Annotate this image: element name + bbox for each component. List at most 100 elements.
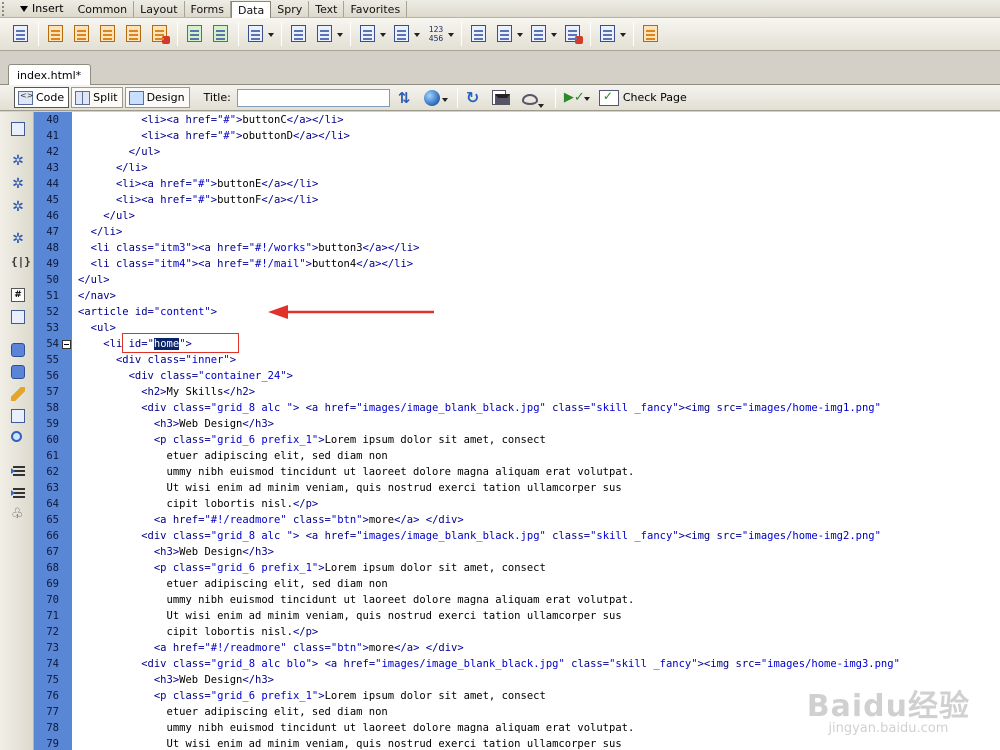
- go-to-detail-icon[interactable]: [391, 23, 420, 45]
- file-management-icon[interactable]: ⇅: [398, 89, 416, 107]
- refresh-icon[interactable]: ↻: [466, 88, 484, 107]
- code-line[interactable]: <div class="grid_8 alc "> <a href="image…: [78, 400, 881, 416]
- code-line[interactable]: </li>: [78, 224, 123, 240]
- open-documents-icon[interactable]: [10, 121, 26, 137]
- document-tab[interactable]: index.html*: [8, 64, 92, 85]
- xslt-transformation-icon[interactable]: [640, 23, 662, 45]
- dataset-icon[interactable]: [45, 23, 67, 45]
- code-line[interactable]: <li><a href="#">buttonF</a></li>: [78, 192, 318, 208]
- code-line[interactable]: Ut wisi enim ad minim veniam, quis nostr…: [78, 608, 622, 624]
- stored-procedure-icon[interactable]: [210, 23, 232, 45]
- line-number: 79: [46, 738, 59, 750]
- code-line[interactable]: <h2>My Skills</h2>: [78, 384, 255, 400]
- line-numbers-icon[interactable]: [10, 287, 26, 303]
- panel-grip[interactable]: [2, 1, 10, 16]
- code-line[interactable]: <div class="grid_8 alc "> <a href="image…: [78, 528, 881, 544]
- outdent-code-icon[interactable]: [10, 484, 26, 500]
- title-input[interactable]: [236, 88, 390, 107]
- wrap-tag-icon[interactable]: [10, 386, 26, 402]
- master-detail-icon[interactable]: [468, 23, 490, 45]
- code-line[interactable]: </ul>: [78, 144, 161, 160]
- repeated-region-icon[interactable]: [288, 23, 310, 45]
- highlight-invalid-code-icon[interactable]: [10, 309, 26, 325]
- remove-comment-icon[interactable]: [10, 364, 26, 380]
- code-line[interactable]: <article id="content">: [78, 304, 217, 320]
- code-line[interactable]: ummy nibh euismod tincidunt ut laoreet d…: [78, 592, 635, 608]
- code-line[interactable]: <h3>Web Design</h3>: [78, 672, 274, 688]
- balance-braces-icon[interactable]: [10, 254, 26, 270]
- code-line[interactable]: </nav>: [78, 288, 116, 304]
- record-count-icon[interactable]: 123 456: [425, 23, 454, 45]
- code-line[interactable]: Ut wisi enim ad minim veniam, quis nostr…: [78, 736, 622, 750]
- code-line[interactable]: <ul>: [78, 320, 116, 336]
- code-editor[interactable]: <li><a href="#">buttonC</a></li> <li><a …: [72, 112, 1000, 750]
- tab-spry[interactable]: Spry: [271, 0, 310, 17]
- import-tabular-data-icon[interactable]: [10, 23, 32, 45]
- code-line[interactable]: etuer adipiscing elit, sed diam non: [78, 576, 388, 592]
- show-region-icon[interactable]: [314, 23, 343, 45]
- code-line[interactable]: <li><a href="#">buttonC</a></li>: [78, 112, 343, 128]
- code-line[interactable]: ummy nibh euismod tincidunt ut laoreet d…: [78, 720, 635, 736]
- dynamic-data-icon[interactable]: [245, 23, 274, 45]
- code-line[interactable]: <li><a href="#">obuttonD</a></li>: [78, 128, 350, 144]
- collapse-full-tag-icon[interactable]: [10, 153, 26, 169]
- code-line[interactable]: <p class="grid_6 prefix_1">Lorem ipsum d…: [78, 560, 546, 576]
- code-line[interactable]: <li id="home">: [78, 336, 192, 352]
- tab-forms[interactable]: Forms: [185, 0, 231, 17]
- design-view-button[interactable]: Design: [124, 87, 190, 108]
- code-line[interactable]: <p class="grid_6 prefix_1">Lorem ipsum d…: [78, 688, 546, 704]
- code-line[interactable]: <p class="grid_6 prefix_1">Lorem ipsum d…: [78, 432, 546, 448]
- recordset-paging-icon[interactable]: [357, 23, 386, 45]
- spry-repeat-list-icon[interactable]: [123, 23, 145, 45]
- tab-common[interactable]: Common: [72, 0, 135, 17]
- format-source-code-icon[interactable]: [10, 506, 26, 522]
- code-line[interactable]: <li class="itm4"><a href="#!/mail">butto…: [78, 256, 413, 272]
- code-line[interactable]: <div class="grid_8 alc blo"> <a href="im…: [78, 656, 900, 672]
- tab-layout[interactable]: Layout: [134, 0, 185, 17]
- code-line[interactable]: </ul>: [78, 208, 135, 224]
- validate-markup-icon[interactable]: ▶✓: [564, 89, 590, 107]
- view-options-icon[interactable]: [491, 90, 510, 105]
- spry-table-icon[interactable]: [149, 23, 171, 45]
- indent-code-icon[interactable]: [10, 462, 26, 478]
- check-page-button[interactable]: Check Page: [598, 89, 687, 106]
- code-line[interactable]: etuer adipiscing elit, sed diam non: [78, 704, 388, 720]
- code-line[interactable]: <div class="container_24">: [78, 368, 293, 384]
- collapse-selection-icon[interactable]: [10, 176, 26, 192]
- code-view-button[interactable]: Code: [14, 87, 70, 108]
- recordset-icon[interactable]: [184, 23, 206, 45]
- spry-region-icon[interactable]: [71, 23, 93, 45]
- code-line[interactable]: <a href="#!/readmore" class="btn">more</…: [78, 640, 464, 656]
- code-line[interactable]: <li><a href="#">buttonE</a></li>: [78, 176, 318, 192]
- code-line[interactable]: ummy nibh euismod tincidunt ut laoreet d…: [78, 464, 635, 480]
- move-css-icon[interactable]: [10, 430, 26, 446]
- code-line[interactable]: cipit lobortis nisl.</p>: [78, 624, 319, 640]
- preview-browser-icon[interactable]: [423, 90, 448, 106]
- user-authentication-icon[interactable]: [597, 23, 626, 45]
- insert-record-icon[interactable]: [494, 23, 523, 45]
- spry-repeat-icon[interactable]: [97, 23, 119, 45]
- select-parent-tag-icon[interactable]: [10, 231, 26, 247]
- code-line[interactable]: <li class="itm3"><a href="#!/works">butt…: [78, 240, 420, 256]
- code-fold-toggle-icon[interactable]: [62, 340, 71, 349]
- code-line[interactable]: <a href="#!/readmore" class="btn">more</…: [78, 512, 464, 528]
- recent-snippets-icon[interactable]: [10, 408, 26, 424]
- insert-panel-toggle[interactable]: Insert: [10, 2, 64, 15]
- tab-text[interactable]: Text: [309, 0, 345, 17]
- code-line[interactable]: cipit lobortis nisl.</p>: [78, 496, 319, 512]
- tab-favorites[interactable]: Favorites: [344, 0, 408, 17]
- code-line[interactable]: <h3>Web Design</h3>: [78, 544, 274, 560]
- code-line[interactable]: </li>: [78, 160, 148, 176]
- code-line[interactable]: </ul>: [78, 272, 110, 288]
- split-view-button[interactable]: Split: [71, 87, 123, 108]
- expand-all-icon[interactable]: [10, 199, 26, 215]
- code-line[interactable]: <h3>Web Design</h3>: [78, 416, 274, 432]
- visual-aids-icon[interactable]: [521, 94, 544, 108]
- delete-record-icon[interactable]: [562, 23, 584, 45]
- code-line[interactable]: Ut wisi enim ad minim veniam, quis nostr…: [78, 480, 622, 496]
- code-line[interactable]: etuer adipiscing elit, sed diam non: [78, 448, 388, 464]
- code-line[interactable]: <div class="inner">: [78, 352, 236, 368]
- apply-comment-icon[interactable]: [10, 342, 26, 358]
- update-record-icon[interactable]: [528, 23, 557, 45]
- tab-data[interactable]: Data: [230, 0, 272, 18]
